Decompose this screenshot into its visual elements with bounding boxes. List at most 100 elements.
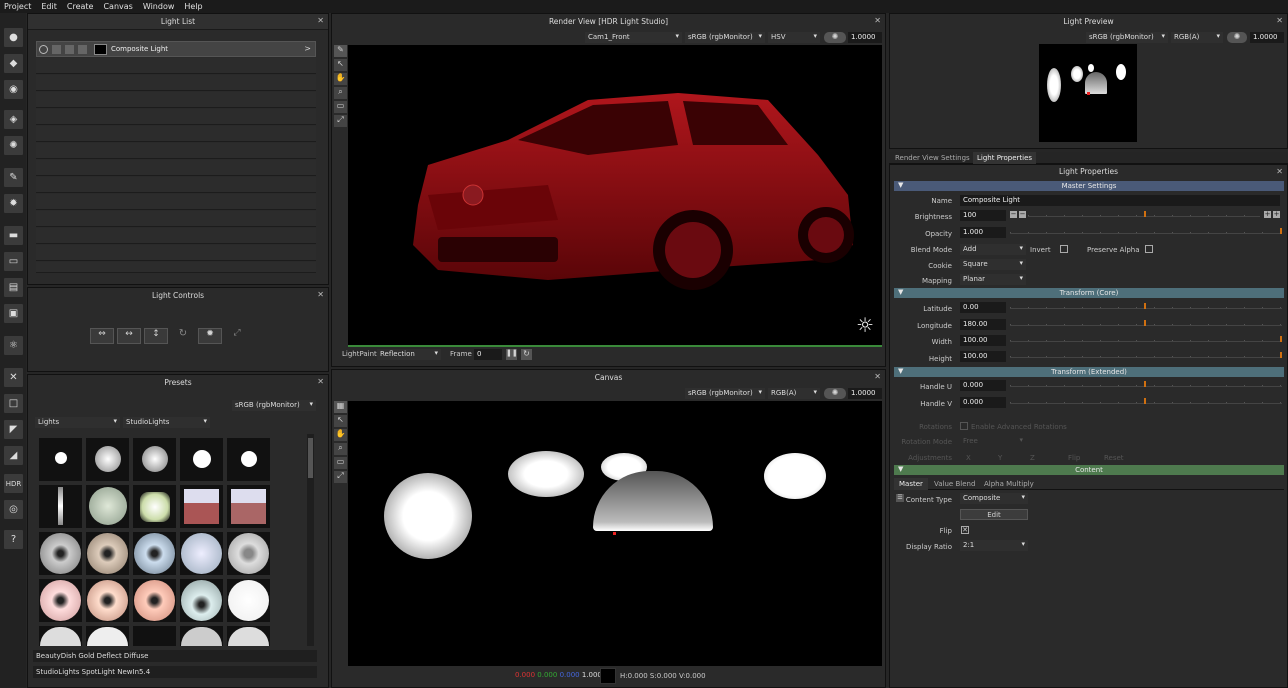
pointer-icon[interactable]: ↖ — [334, 59, 347, 71]
menu-edit[interactable]: Edit — [37, 0, 63, 13]
section-transform-extended[interactable]: ▼ Transform (Extended) — [894, 367, 1284, 377]
visibility-icon[interactable] — [39, 45, 48, 54]
arrow-out-icon[interactable]: ◢ — [3, 445, 24, 466]
light-bulb-icon[interactable]: ☼ — [856, 313, 874, 337]
menu-canvas[interactable]: Canvas — [99, 0, 138, 13]
preset-thumbnail[interactable] — [39, 579, 82, 622]
tab-alpha-multiply[interactable]: Alpha Multiply — [984, 480, 1034, 488]
section-transform-core[interactable]: ▼ Transform (Core) — [894, 288, 1284, 298]
brightness-field[interactable]: 100 — [960, 210, 1006, 221]
preset-thumbnail[interactable] — [227, 438, 270, 481]
exposure-icon[interactable]: ✺ — [824, 388, 846, 399]
zoom-icon[interactable]: ⌕ — [334, 443, 347, 455]
preset-thumbnail[interactable] — [180, 438, 223, 481]
strip-light-icon[interactable]: ▤ — [3, 277, 24, 298]
collapse-icon[interactable]: ▼ — [898, 288, 903, 296]
longitude-slider-handle[interactable] — [1144, 320, 1146, 326]
handle-u-slider-handle[interactable] — [1144, 381, 1146, 387]
preset-thumbnail[interactable] — [180, 626, 223, 646]
preset-thumbnail[interactable] — [86, 485, 129, 528]
preview-exposure-field[interactable]: 1.0000 — [1250, 32, 1284, 43]
edit-button[interactable]: Edit — [960, 509, 1028, 520]
collapse-icon[interactable]: ▼ — [898, 181, 903, 189]
preset-thumbnail[interactable] — [227, 485, 270, 528]
width-field[interactable]: 100.00 — [960, 335, 1006, 346]
handle-v-slider[interactable] — [1010, 402, 1282, 404]
camera-select[interactable]: Cam1_Front — [585, 32, 682, 43]
canvas-channels-select[interactable]: RGB(A) — [768, 388, 820, 399]
preset-thumbnail[interactable] — [39, 438, 82, 481]
opacity-slider-handle[interactable] — [1280, 228, 1282, 234]
fit-icon[interactable]: ⤢ — [334, 471, 347, 483]
close-icon[interactable]: ✕ — [317, 16, 324, 25]
canvas-light-5[interactable] — [764, 453, 826, 499]
brightness-slider-handle[interactable] — [1144, 211, 1146, 217]
longitude-slider[interactable] — [1010, 324, 1282, 326]
preset-thumbnail[interactable] — [180, 579, 223, 622]
close-icon[interactable]: ✕ — [874, 372, 881, 381]
hdr-icon[interactable]: HDR — [3, 473, 24, 494]
section-content[interactable]: ▼ Content — [894, 465, 1284, 475]
rotate-icon[interactable]: ↻ — [171, 328, 195, 344]
preset-thumbnail[interactable] — [39, 626, 82, 646]
select-icon[interactable] — [78, 45, 87, 54]
preview-colorspace-select[interactable]: sRGB (rgbMonitor) — [1086, 32, 1168, 43]
tab-master[interactable]: Master — [894, 478, 928, 490]
canvas-viewport[interactable] — [348, 401, 882, 666]
render-exposure-field[interactable]: 1.0000 — [848, 32, 882, 43]
lock-icon[interactable] — [65, 45, 74, 54]
hand-icon[interactable]: ✋ — [334, 429, 347, 441]
frame-icon[interactable]: □ — [3, 393, 24, 414]
grid-icon[interactable]: ▦ — [334, 401, 347, 413]
canvas-exposure-field[interactable]: 1.0000 — [848, 388, 882, 399]
display-ratio-select[interactable]: 2:1 — [960, 540, 1028, 551]
solo-icon[interactable] — [52, 45, 61, 54]
flip-button[interactable]: Flip — [1068, 454, 1080, 462]
help-icon[interactable]: ? — [3, 529, 24, 550]
adjust-y-label[interactable]: Y — [998, 454, 1002, 462]
invert-checkbox[interactable] — [1060, 245, 1068, 253]
presets-colorspace-select[interactable]: sRGB (rgbMonitor) — [232, 400, 316, 411]
render-colorspace-select[interactable]: sRGB (rgbMonitor) — [685, 32, 765, 43]
preset-thumbnail[interactable] — [133, 438, 176, 481]
flag-light-icon[interactable]: ◈ — [3, 109, 24, 130]
blend-mode-select[interactable]: Add — [960, 244, 1026, 255]
handle-u-slider[interactable] — [1010, 385, 1282, 387]
preset-thumbnail[interactable] — [86, 438, 129, 481]
close-icon[interactable]: ✕ — [1276, 16, 1283, 25]
flip-checkbox[interactable]: ✕ — [961, 526, 969, 534]
tab-render-view-settings[interactable]: Render View Settings — [895, 154, 970, 162]
menu-window[interactable]: Window — [139, 0, 181, 13]
preset-thumbnail[interactable] — [133, 485, 176, 528]
wand-icon[interactable]: ✎ — [3, 167, 24, 188]
latitude-slider-handle[interactable] — [1144, 303, 1146, 309]
marquee-icon[interactable]: ▭ — [334, 101, 347, 113]
menu-help[interactable]: Help — [180, 0, 208, 13]
hand-icon[interactable]: ✋ — [334, 73, 347, 85]
presets-category-select[interactable]: Lights — [35, 417, 120, 428]
preset-thumbnail[interactable] — [86, 532, 129, 575]
presets-library-select[interactable]: StudioLights — [123, 417, 210, 428]
canvas-light-4[interactable] — [593, 471, 713, 531]
light-list-item[interactable]: Composite Light > — [36, 41, 316, 57]
marquee-icon[interactable]: ▭ — [334, 457, 347, 469]
close-icon[interactable]: ✕ — [317, 377, 324, 386]
scale-horizontal-icon[interactable]: ↔ — [117, 328, 141, 344]
delete-icon[interactable]: ✕ — [3, 367, 24, 388]
fit-icon[interactable]: ⤢ — [334, 115, 347, 127]
hdr-save-icon[interactable]: ◎ — [3, 499, 24, 520]
tab-light-properties[interactable]: Light Properties — [973, 152, 1037, 164]
preset-thumbnail[interactable] — [227, 532, 270, 575]
preserve-alpha-checkbox[interactable] — [1145, 245, 1153, 253]
plus-small-icon[interactable]: + — [1264, 211, 1271, 218]
render-mode-select[interactable]: HSV — [768, 32, 820, 43]
chevron-right-icon[interactable]: > — [304, 44, 311, 53]
canvas-light-2[interactable] — [508, 451, 584, 497]
preset-thumbnail[interactable] — [86, 626, 129, 646]
frame-field[interactable]: 0 — [474, 349, 502, 360]
section-master-settings[interactable]: ▼ Master Settings — [894, 181, 1284, 191]
pause-icon[interactable]: ❚❚ — [506, 349, 518, 360]
preset-thumbnail[interactable] — [227, 626, 270, 646]
height-slider-handle[interactable] — [1280, 352, 1282, 358]
plus-icon[interactable]: + — [1273, 211, 1280, 218]
